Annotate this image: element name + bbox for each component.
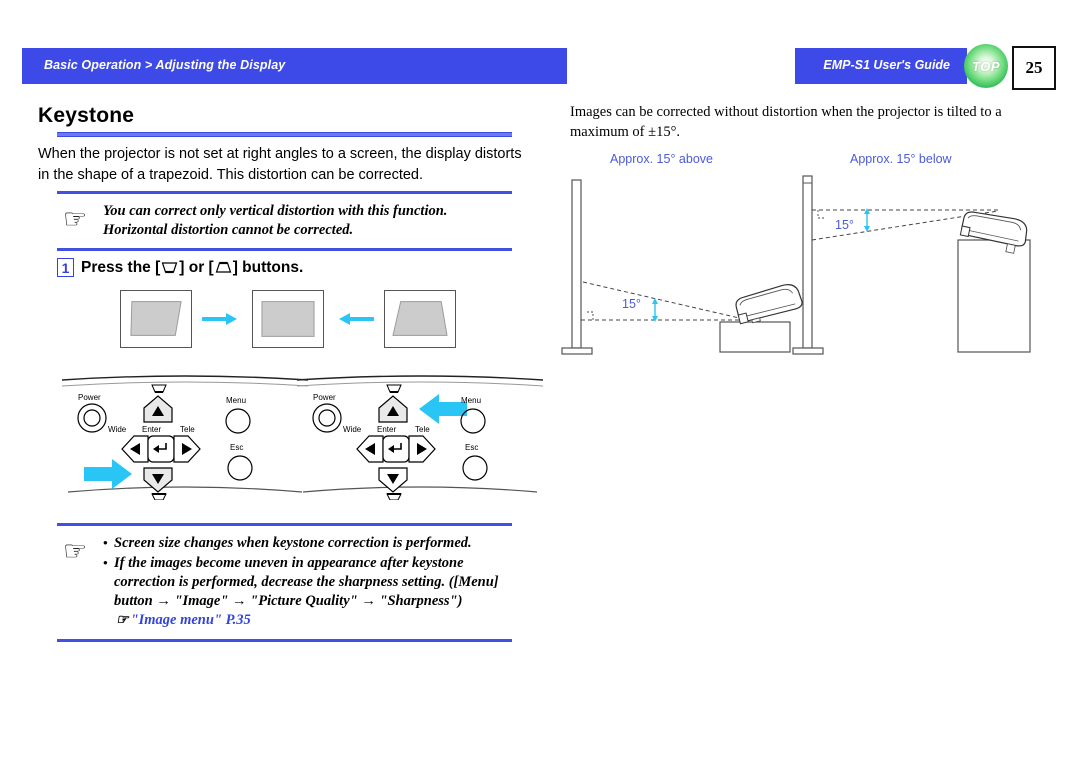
svg-text:Tele: Tele [180,425,195,434]
top-button[interactable]: TOP [964,44,1008,88]
control-panel-down-highlight: Power Wide Enter Tele Menu Esc [60,370,310,501]
step-text-middle: ] or [ [179,258,214,276]
intro-paragraph: When the projector is not set at right a… [38,146,522,183]
keystone-up-icon [215,261,232,274]
note-text: You can correct only vertical distortion… [103,203,448,238]
arrow-left-icon [338,312,374,326]
note-bullet-1: Screen size changes when keystone correc… [103,533,508,553]
screen-examples [0,290,540,370]
left-column: Keystone When the projector is not set a… [0,98,544,698]
screen-corrected [252,290,324,348]
svg-text:Enter: Enter [142,425,161,434]
top-badge-label: TOP [972,58,1000,74]
tilt-description: Images can be corrected without distorti… [570,104,1002,140]
step-number-badge: 1 [57,258,74,277]
guide-title: EMP-S1 User's Guide [823,58,950,72]
screen-distorted-bottom-wide [384,290,456,348]
svg-text:Esc: Esc [465,443,478,452]
page-number: 25 [1025,58,1043,77]
note-text: Screen size changes when keystone correc… [103,533,508,630]
svg-text:Wide: Wide [108,425,127,434]
svg-text:Enter: Enter [377,425,396,434]
step-text-after: ] buttons. [232,258,304,276]
step-1-instruction: 1 Press the [ ] or [ ] buttons. [57,258,303,277]
pointing-hand-icon: ☞ [63,536,88,566]
page-number-box: 25 [1012,46,1056,90]
control-panel-up-highlight: Power Wide Enter Tele Menu Esc [295,370,545,501]
svg-text:Menu: Menu [226,396,246,405]
label-approx-above: Approx. 15° above [610,152,713,166]
arrow-right-icon [202,312,238,326]
screen-distorted-top-wide [120,290,192,348]
pointing-hand-icon: ☞ [63,204,88,234]
note-box-vertical-distortion: ☞ You can correct only vertical distorti… [57,191,512,251]
svg-text:Power: Power [313,393,336,402]
page-title: Keystone [38,104,135,127]
tilt-diagram: 15° 15° [560,170,1070,370]
label-approx-below: Approx. 15° below [850,152,952,166]
svg-text:Wide: Wide [343,425,362,434]
svg-text:Power: Power [78,393,101,402]
angle-label-left: 15° [622,297,641,311]
note-box-screen-size: ☞ Screen size changes when keystone corr… [57,523,512,642]
pointer-hand-icon: ☞ [116,613,129,628]
breadcrumb: Basic Operation > Adjusting the Display [44,58,286,72]
svg-text:Menu: Menu [461,396,481,405]
note-bullet-2: If the images become uneven in appearanc… [103,553,508,630]
title-underline [57,132,512,137]
image-menu-link[interactable]: "Image menu" P.35 [131,612,251,628]
step-text-before: Press the [ [81,258,161,276]
keystone-down-icon [161,261,178,274]
svg-text:Tele: Tele [415,425,430,434]
page-header: Basic Operation > Adjusting the Display … [0,48,1080,84]
right-column: Images can be corrected without distorti… [560,98,1070,398]
angle-label-right: 15° [835,218,854,232]
svg-text:Esc: Esc [230,443,243,452]
